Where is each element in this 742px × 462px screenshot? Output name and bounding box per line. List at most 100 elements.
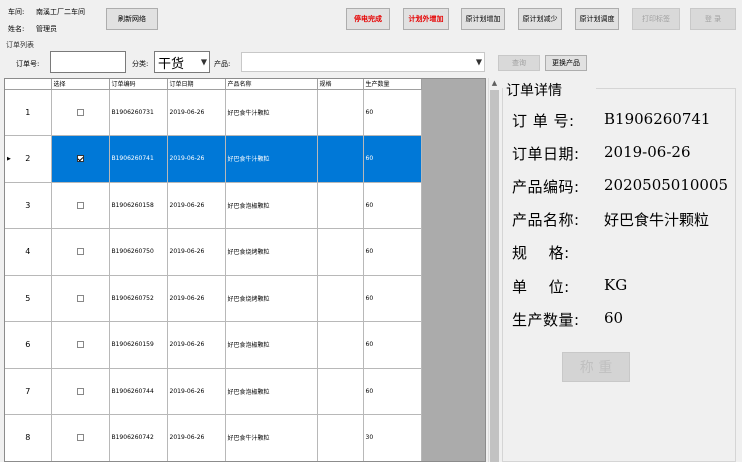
column-header[interactable]: 生产数量 — [363, 79, 422, 90]
row-header[interactable]: 3 — [5, 182, 52, 229]
order-date-cell[interactable]: 2019-06-26 — [167, 89, 226, 136]
spec-cell[interactable] — [317, 275, 364, 322]
order-code-cell[interactable]: B1906260744 — [109, 368, 168, 415]
plan-add-button[interactable]: 计划外增加 — [403, 8, 449, 30]
plan-adjust-button[interactable]: 原计划调度 — [575, 8, 619, 30]
order-grid[interactable]: 选择 订单编码 订单日期 产品名称 规格 生产数量 1 B1906260731 20… — [4, 78, 486, 462]
table-row[interactable]: 8 B1906260742 2019-06-26 好巴食牛汁颗粒 30 — [5, 414, 422, 461]
select-cell — [51, 182, 110, 229]
scroll-up-icon[interactable]: ▲ — [489, 78, 500, 89]
detail-order-no-value: B1906260741 — [604, 110, 711, 128]
column-header[interactable]: 选择 — [51, 79, 110, 90]
refresh-network-button[interactable]: 刷新网络 — [106, 8, 158, 30]
spec-cell[interactable] — [317, 182, 364, 229]
order-date-cell[interactable]: 2019-06-26 — [167, 182, 226, 229]
column-header[interactable]: 订单编码 — [109, 79, 168, 90]
quantity-cell[interactable]: 60 — [363, 368, 422, 415]
product-name-cell[interactable]: 好巴食烧烤颗粒 — [225, 228, 318, 276]
order-code-cell[interactable]: B1906260752 — [109, 275, 168, 322]
table-row[interactable]: 5 B1906260752 2019-06-26 好巴食烧烤颗粒 60 — [5, 275, 422, 322]
quantity-cell[interactable]: 60 — [363, 228, 422, 276]
print-label-button[interactable]: 打印标签 — [632, 8, 680, 30]
name-label: 姓名: — [8, 25, 25, 33]
vertical-scrollbar[interactable]: ▲ — [488, 78, 499, 462]
row-checkbox[interactable] — [76, 387, 84, 395]
chevron-down-icon: ▼ — [200, 57, 207, 67]
product-name-cell[interactable]: 好巴食牛汁颗粒 — [225, 414, 318, 461]
weigh-button[interactable]: 称 重 — [562, 352, 630, 382]
column-header[interactable]: 订单日期 — [167, 79, 226, 90]
table-row[interactable]: 2 ▶ B1906260741 2019-06-26 好巴食牛汁颗粒 60 — [5, 135, 422, 183]
order-code-cell[interactable]: B1906260742 — [109, 414, 168, 461]
row-header[interactable]: 4 — [5, 228, 52, 276]
quantity-cell[interactable]: 60 — [363, 135, 422, 183]
order-date-cell[interactable]: 2019-06-26 — [167, 414, 226, 461]
row-header[interactable]: 5 — [5, 275, 52, 322]
product-name-cell[interactable]: 好巴食牛汁颗粒 — [225, 135, 318, 183]
row-checkbox[interactable] — [76, 108, 84, 116]
detail-order-date-value: 2019-06-26 — [604, 143, 691, 161]
quantity-cell[interactable]: 60 — [363, 182, 422, 229]
spec-cell[interactable] — [317, 89, 364, 136]
order-date-cell[interactable]: 2019-06-26 — [167, 321, 226, 369]
table-row[interactable]: 4 B1906260750 2019-06-26 好巴食烧烤颗粒 60 — [5, 228, 422, 276]
order-table: 选择 订单编码 订单日期 产品名称 规格 生产数量 1 B1906260731 20… — [5, 79, 422, 461]
table-row[interactable]: 7 B1906260744 2019-06-26 好巴食泡椒颗粒 60 — [5, 368, 422, 415]
order-code-cell[interactable]: B1906260731 — [109, 89, 168, 136]
table-row[interactable]: 3 B1906260158 2019-06-26 好巴食泡椒颗粒 60 — [5, 182, 422, 229]
detail-product-name-value: 好巴食牛汁颗粒 — [604, 211, 710, 229]
plan-increase-button[interactable]: 原计划增加 — [461, 8, 505, 30]
table-row[interactable]: 1 B1906260731 2019-06-26 好巴食牛汁颗粒 60 — [5, 89, 422, 136]
row-header[interactable]: 8 — [5, 414, 52, 461]
product-name-cell[interactable]: 好巴食泡椒颗粒 — [225, 368, 318, 415]
order-date-cell[interactable]: 2019-06-26 — [167, 228, 226, 276]
order-code-cell[interactable]: B1906260750 — [109, 228, 168, 276]
order-code-cell[interactable]: B1906260158 — [109, 182, 168, 229]
order-date-cell[interactable]: 2019-06-26 — [167, 275, 226, 322]
product-select[interactable]: ▼ — [241, 52, 485, 72]
query-button[interactable]: 查询 — [498, 55, 540, 71]
scrollbar-thumb[interactable] — [490, 90, 499, 462]
row-header[interactable]: 7 — [5, 368, 52, 415]
login-button[interactable]: 登 录 — [690, 8, 736, 30]
table-row[interactable]: 6 B1906260159 2019-06-26 好巴食泡椒颗粒 60 — [5, 321, 422, 369]
row-checkbox[interactable] — [76, 294, 84, 302]
workshop-value: 南溪工厂二车间 — [36, 8, 85, 16]
order-code-cell[interactable]: B1906260741 — [109, 135, 168, 183]
product-name-cell[interactable]: 好巴食牛汁颗粒 — [225, 89, 318, 136]
row-checkbox[interactable] — [76, 248, 84, 256]
order-no-input[interactable] — [50, 51, 126, 73]
column-header[interactable]: 产品名称 — [225, 79, 318, 90]
row-checkbox[interactable] — [76, 341, 84, 349]
quantity-cell[interactable]: 30 — [363, 414, 422, 461]
order-date-cell[interactable]: 2019-06-26 — [167, 135, 226, 183]
row-checkbox[interactable] — [76, 434, 84, 442]
quantity-cell[interactable]: 60 — [363, 275, 422, 322]
row-checkbox[interactable] — [76, 201, 84, 209]
column-header[interactable]: 规格 — [317, 79, 364, 90]
row-index: 2 — [25, 154, 31, 164]
product-name-cell[interactable]: 好巴食泡椒颗粒 — [225, 321, 318, 369]
order-code-cell[interactable]: B1906260159 — [109, 321, 168, 369]
change-product-button[interactable]: 更换产品 — [545, 55, 587, 71]
column-header[interactable] — [5, 79, 52, 90]
row-header[interactable]: 2 ▶ — [5, 135, 52, 183]
power-off-done-button[interactable]: 停电完成 — [346, 8, 390, 30]
plan-decrease-button[interactable]: 原计划减少 — [518, 8, 562, 30]
row-header[interactable]: 6 — [5, 321, 52, 369]
quantity-cell[interactable]: 60 — [363, 321, 422, 369]
product-name-cell[interactable]: 好巴食烧烤颗粒 — [225, 275, 318, 322]
category-select[interactable]: 干货 ▼ — [154, 51, 210, 73]
spec-cell[interactable] — [317, 321, 364, 369]
spec-cell[interactable] — [317, 135, 364, 183]
select-cell — [51, 275, 110, 322]
spec-cell[interactable] — [317, 228, 364, 276]
quantity-cell[interactable]: 60 — [363, 89, 422, 136]
order-date-cell[interactable]: 2019-06-26 — [167, 368, 226, 415]
product-name-cell[interactable]: 好巴食泡椒颗粒 — [225, 182, 318, 229]
row-index: 1 — [25, 107, 31, 117]
spec-cell[interactable] — [317, 368, 364, 415]
row-header[interactable]: 1 — [5, 89, 52, 136]
row-checkbox[interactable] — [76, 155, 84, 163]
spec-cell[interactable] — [317, 414, 364, 461]
